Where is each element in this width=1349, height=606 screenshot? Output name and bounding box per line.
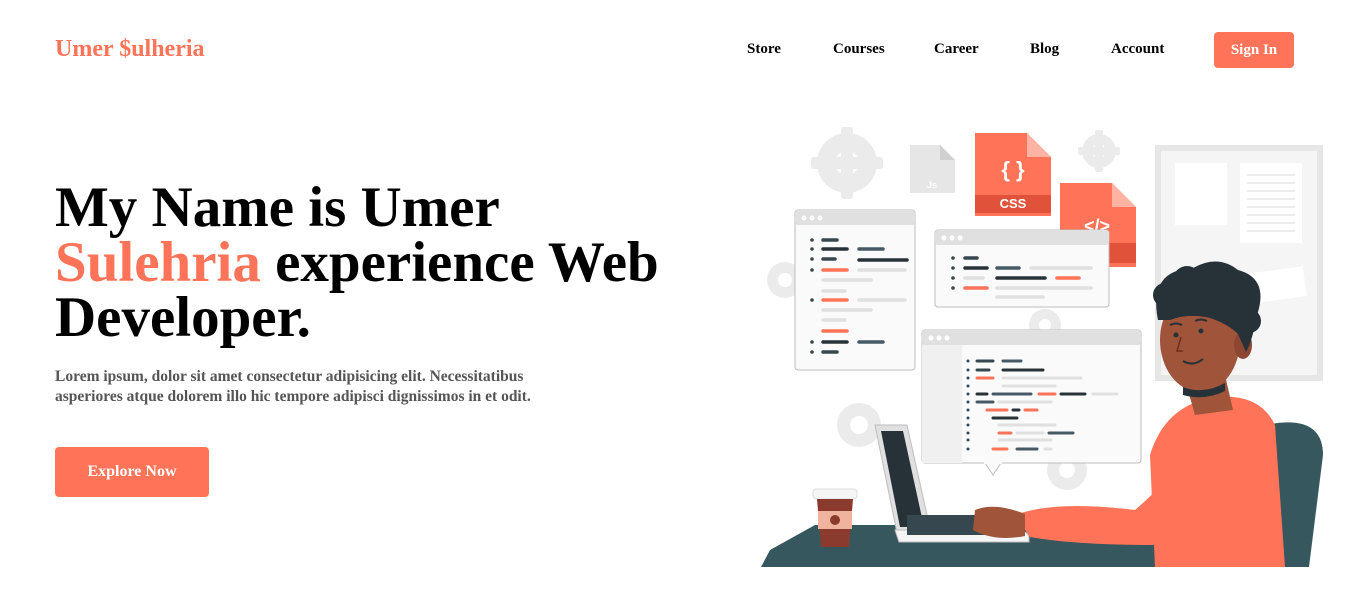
nav-link-courses[interactable]: Courses bbox=[833, 41, 885, 58]
css-file-icon: { } CSS bbox=[975, 133, 1051, 216]
sign-in-button[interactable]: Sign In bbox=[1214, 32, 1294, 68]
developer-illustration: Js { } CSS </> bbox=[755, 125, 1335, 575]
hero-title-part1: My Name is Umer bbox=[55, 176, 500, 239]
nav-link-store[interactable]: Store bbox=[747, 41, 781, 58]
svg-text:CSS: CSS bbox=[1000, 196, 1027, 211]
gear-icon bbox=[811, 127, 883, 199]
nav-link-career[interactable]: Career bbox=[934, 41, 979, 58]
main-nav: Store Courses Career Blog Account bbox=[0, 41, 1349, 61]
hero-title-accent: Sulehria bbox=[55, 231, 261, 294]
hero-title: My Name is Umer Sulehria experience Web … bbox=[55, 179, 715, 346]
code-window bbox=[921, 329, 1142, 476]
gear-icon bbox=[1078, 130, 1120, 172]
code-window bbox=[794, 209, 916, 371]
nav-link-account[interactable]: Account bbox=[1111, 41, 1164, 58]
explore-now-button[interactable]: Explore Now bbox=[55, 447, 209, 497]
nav-link-blog[interactable]: Blog bbox=[1030, 41, 1059, 58]
hero-description: Lorem ipsum, dolor sit amet consectetur … bbox=[55, 368, 531, 405]
js-file-icon: Js bbox=[910, 145, 955, 193]
svg-text:Js: Js bbox=[927, 180, 937, 190]
svg-text:{ }: { } bbox=[1001, 157, 1025, 182]
code-window bbox=[934, 229, 1110, 308]
